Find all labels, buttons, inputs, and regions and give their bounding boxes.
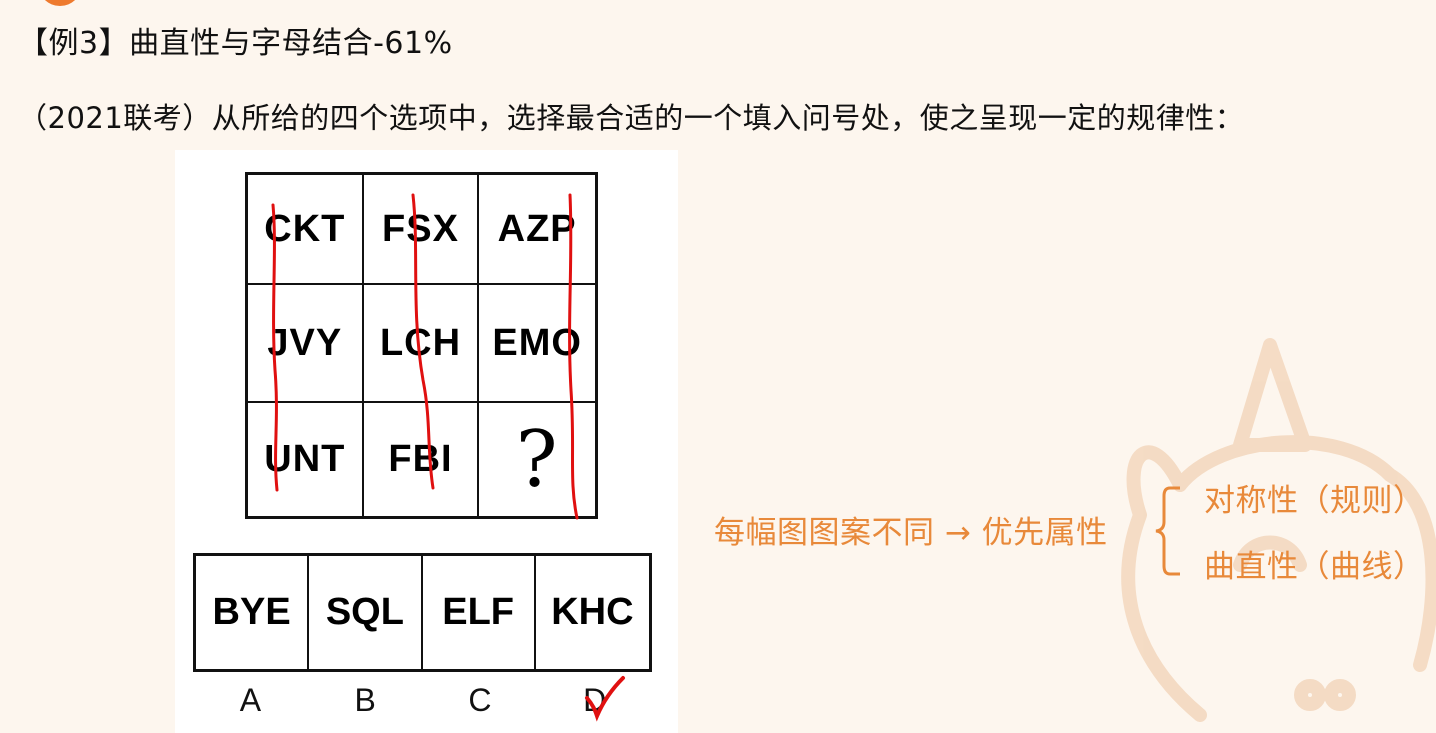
- grid-cell: EMO: [479, 285, 595, 403]
- note-main: 每幅图图案不同 → 优先属性: [714, 515, 1108, 551]
- grid-cell: FSX: [363, 175, 480, 285]
- question-mark-cell: ?: [515, 414, 559, 505]
- option-label-b: B: [354, 682, 376, 718]
- grid-cell: LCH: [363, 285, 480, 403]
- brace-icon: [1155, 486, 1180, 576]
- puzzle-grid: CKT FSX AZP JVY LCH EMO UNT FBI ?: [245, 172, 598, 519]
- answer-options: BYE SQL ELF KHC: [193, 553, 652, 672]
- grid-cell: CKT: [248, 175, 364, 285]
- option-label-c: C: [468, 682, 492, 718]
- note-branch-symmetry: 对称性（规则）: [1204, 483, 1425, 519]
- option-b[interactable]: SQL: [309, 556, 423, 669]
- option-labels: A B C D: [193, 682, 652, 719]
- grid-cell: JVY: [248, 285, 364, 403]
- option-a[interactable]: BYE: [196, 556, 310, 669]
- grid-cell: UNT: [248, 403, 364, 516]
- puzzle-figure: CKT FSX AZP JVY LCH EMO UNT FBI ? BYE SQ…: [175, 150, 678, 733]
- question-text: （2021联考）从所给的四个选项中，选择最合适的一个填入问号处，使之呈现一定的规…: [18, 101, 1245, 135]
- grid-cell: FBI: [364, 403, 480, 516]
- option-d[interactable]: KHC: [536, 556, 649, 669]
- option-label-a: A: [239, 682, 262, 718]
- page-title: 【例3】曲直性与字母结合-61%: [18, 26, 453, 61]
- option-c[interactable]: ELF: [423, 556, 536, 669]
- header-decoration: [38, 0, 82, 6]
- option-label-d: D: [583, 682, 607, 718]
- grid-cell: AZP: [479, 175, 595, 285]
- note-branch-curvature: 曲直性（曲线）: [1204, 549, 1425, 585]
